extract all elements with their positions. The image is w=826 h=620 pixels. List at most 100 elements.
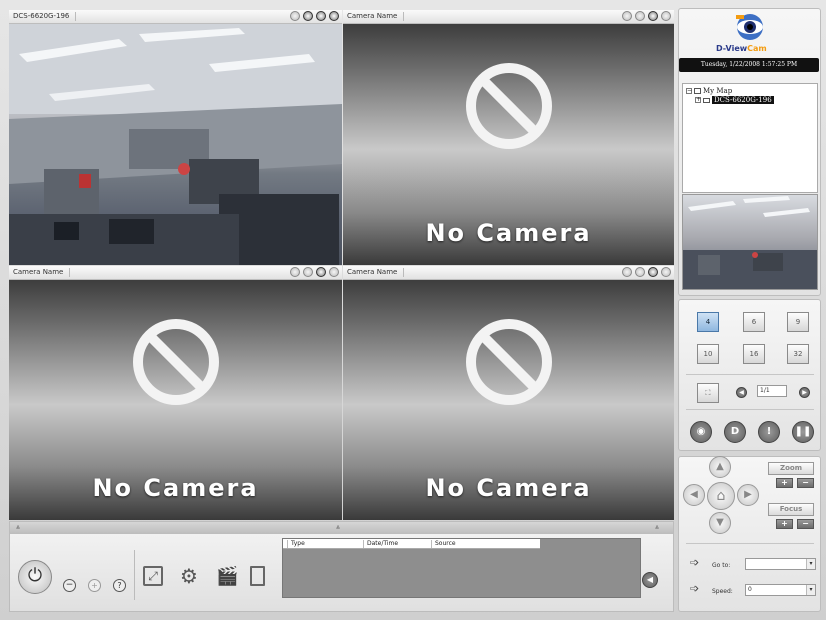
divider [686, 409, 814, 410]
map-preview-thumbnail[interactable] [682, 194, 818, 290]
tree-camera-item[interactable]: + DCS-6620G-196 [695, 96, 774, 104]
zoom-in-button[interactable]: + [776, 478, 793, 488]
camera-pane-3[interactable]: Camera Name No Camera [9, 266, 342, 520]
connect-icon[interactable] [635, 11, 645, 21]
expand-up-icon[interactable]: ⩓ [655, 523, 659, 532]
minimize-icon[interactable]: − [63, 579, 76, 592]
snapshot-button[interactable]: ◉ [690, 421, 712, 443]
log-header: Type Date/Time Source [283, 539, 540, 549]
info-icon[interactable] [316, 11, 326, 21]
close-icon[interactable] [329, 11, 339, 21]
app-window: DCS-6620G-196 Camera Name No Camera Came… [0, 0, 826, 620]
goto-label: Go to: [712, 562, 731, 569]
expand-up-icon[interactable]: ⩓ [336, 523, 340, 532]
divider [686, 543, 814, 544]
camera-pane-1[interactable]: DCS-6620G-196 [9, 10, 342, 265]
record-icon[interactable] [622, 267, 632, 277]
live-video-feed[interactable] [9, 24, 342, 265]
ptz-right-button[interactable]: ▶ [737, 484, 759, 506]
camera-pane-4[interactable]: Camera Name No Camera [343, 266, 674, 520]
no-camera-area[interactable]: No Camera [343, 24, 674, 265]
toolbar-strip: ⩓ ⩓ ⩓ [10, 522, 673, 534]
map-icon [694, 88, 701, 94]
collapse-icon[interactable]: − [686, 88, 692, 94]
speed-select[interactable]: 0 ▾ [745, 584, 816, 596]
info-icon[interactable] [648, 11, 658, 21]
fullscreen-icon[interactable]: ⤢ [143, 566, 163, 586]
fullscreen-layout-button[interactable]: ⛶ [697, 383, 719, 403]
no-camera-icon [132, 318, 219, 405]
close-icon[interactable] [661, 11, 671, 21]
record-button[interactable]: D [724, 421, 746, 443]
office-scene [9, 24, 342, 265]
zoom-label: Zoom [768, 462, 814, 475]
no-camera-area[interactable]: No Camera [9, 280, 342, 520]
ptz-home-button[interactable]: ⌂ [707, 482, 735, 510]
power-icon[interactable]: ⏻ [18, 560, 52, 594]
ptz-down-button[interactable]: ▼ [709, 512, 731, 534]
zoom-out-button[interactable]: − [797, 478, 814, 488]
restore-icon[interactable]: + [88, 579, 101, 592]
layout-32-button[interactable]: 32 [787, 344, 809, 364]
focus-label: Focus [768, 503, 814, 516]
pane-header: DCS-6620G-196 [9, 10, 342, 24]
tree-camera-label: DCS-6620G-196 [712, 96, 774, 104]
no-camera-label: No Camera [425, 474, 592, 502]
camera-icon [703, 97, 710, 103]
connect-icon[interactable] [303, 267, 313, 277]
info-icon[interactable] [648, 267, 658, 277]
layout-10-button[interactable]: 10 [697, 344, 719, 364]
map-tree[interactable]: − My Map + DCS-6620G-196 [682, 83, 818, 193]
expand-up-icon[interactable]: ⩓ [16, 523, 20, 532]
close-icon[interactable] [329, 267, 339, 277]
goto-select[interactable]: ▾ [745, 558, 816, 570]
pane-title: DCS-6620G-196 [13, 12, 77, 21]
expand-icon[interactable]: + [695, 97, 701, 103]
prev-page-button[interactable]: ◀ [736, 387, 747, 398]
settings-gear-icon[interactable]: ⚙ [180, 564, 198, 588]
log-col-datetime[interactable]: Date/Time [363, 540, 398, 548]
info-icon[interactable] [316, 267, 326, 277]
preview-scene [683, 196, 817, 289]
tree-root-label: My Map [703, 87, 733, 95]
ptz-up-button[interactable]: ▲ [709, 456, 731, 478]
no-camera-label: No Camera [92, 474, 259, 502]
log-document-icon[interactable] [250, 566, 265, 586]
datetime-display: Tuesday, 1/22/2008 1:57:25 PM [679, 58, 819, 72]
connect-icon[interactable] [635, 267, 645, 277]
record-icon[interactable] [290, 11, 300, 21]
pane-header: Camera Name [9, 266, 342, 280]
goto-icon: ➩ [690, 556, 700, 569]
divider [134, 550, 135, 600]
pane-header: Camera Name [343, 266, 674, 280]
alert-button[interactable]: ! [758, 421, 780, 443]
focus-near-button[interactable]: + [776, 519, 793, 529]
focus-far-button[interactable]: − [797, 519, 814, 529]
next-page-button[interactable]: ▶ [799, 387, 810, 398]
event-log-table[interactable]: Type Date/Time Source [282, 538, 641, 598]
no-camera-area[interactable]: No Camera [343, 280, 674, 520]
layout-16-button[interactable]: 16 [743, 344, 765, 364]
tree-root[interactable]: − My Map [686, 87, 732, 95]
no-camera-icon [465, 318, 552, 405]
connect-icon[interactable] [303, 11, 313, 21]
help-icon[interactable]: ? [113, 579, 126, 592]
camera-pane-2[interactable]: Camera Name No Camera [343, 10, 674, 265]
speaker-icon[interactable]: ◀ [642, 572, 658, 588]
layout-9-button[interactable]: 9 [787, 312, 809, 332]
no-camera-label: No Camera [425, 219, 592, 247]
close-icon[interactable] [661, 267, 671, 277]
record-icon[interactable] [622, 11, 632, 21]
layout-4-button[interactable]: 4 [697, 312, 719, 332]
pause-button[interactable]: ❚❚ [792, 421, 814, 443]
speed-icon: ➩ [690, 582, 700, 595]
playback-clapper-icon[interactable]: 🎬 [216, 566, 238, 587]
record-icon[interactable] [290, 267, 300, 277]
log-col-type[interactable]: Type [287, 540, 305, 548]
bottom-toolbar: ⩓ ⩓ ⩓ ⏻ − + ? ⤢ ⚙ 🎬 Type Date/Time Sourc… [9, 521, 674, 612]
pane-title: Camera Name [13, 268, 71, 277]
speed-label: Speed: [712, 588, 733, 595]
log-col-source[interactable]: Source [431, 540, 456, 548]
ptz-left-button[interactable]: ◀ [683, 484, 705, 506]
layout-6-button[interactable]: 6 [743, 312, 765, 332]
